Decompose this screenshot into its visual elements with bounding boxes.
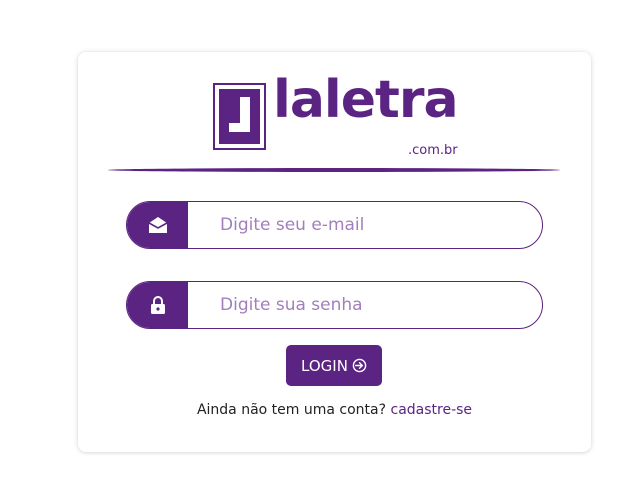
password-prefix [127,282,188,328]
signup-link[interactable]: cadastre-se [391,402,473,418]
login-card: laletra .com.br LOGIN Ainda n [78,52,591,452]
logo-wordmark: laletra [273,70,459,130]
envelope-open-icon [148,217,167,233]
email-prefix [127,202,188,248]
login-button[interactable]: LOGIN [286,345,382,386]
login-button-label: LOGIN [301,356,348,375]
laletra-logo: laletra .com.br [213,74,463,162]
email-field-group [126,201,543,249]
password-field-group [126,281,543,329]
logo-domain: .com.br [408,143,458,158]
logo-divider [108,168,560,172]
signup-prompt: Ainda não tem uma conta? cadastre-se [78,402,591,418]
logo-mark [213,83,266,150]
signup-text: Ainda não tem uma conta? [196,402,387,418]
lock-icon [150,296,165,314]
password-input[interactable] [188,282,542,328]
sign-in-icon [352,358,367,373]
email-input[interactable] [188,202,542,248]
